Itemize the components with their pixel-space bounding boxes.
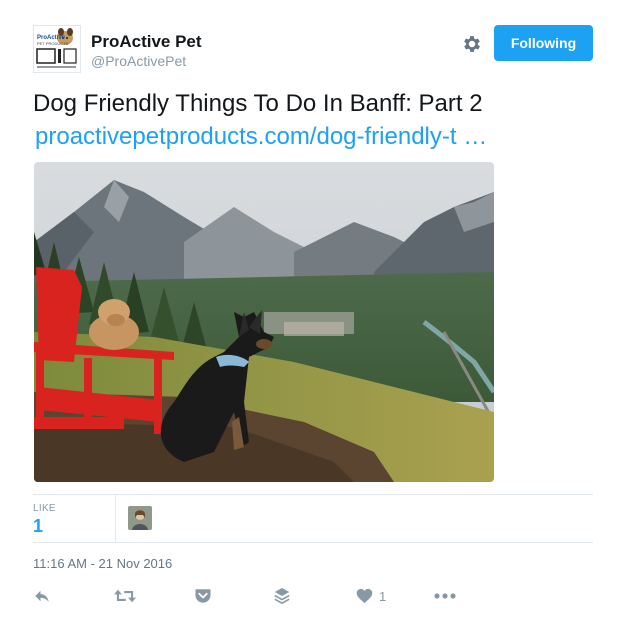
timestamp[interactable]: 11:16 AM - 21 Nov 2016 bbox=[33, 556, 172, 571]
tweet-photo[interactable] bbox=[34, 162, 494, 482]
following-button[interactable]: Following bbox=[494, 25, 593, 61]
like-label: LIKE bbox=[33, 503, 56, 514]
stats-separator bbox=[115, 494, 116, 542]
reply-icon bbox=[35, 590, 49, 602]
liker-avatar[interactable] bbox=[128, 506, 152, 530]
user-handle[interactable]: @ProActivePet bbox=[91, 53, 186, 69]
tweet-text: Dog Friendly Things To Do In Banff: Part… bbox=[33, 90, 483, 117]
svg-text:PET PRODUCTS: PET PRODUCTS bbox=[37, 41, 69, 46]
gear-icon[interactable] bbox=[461, 33, 483, 55]
display-name[interactable]: ProActive Pet bbox=[91, 32, 202, 52]
retweet-icon bbox=[114, 589, 136, 603]
more-action[interactable] bbox=[434, 586, 456, 606]
layers-icon bbox=[274, 588, 290, 605]
layers-action[interactable] bbox=[274, 586, 290, 606]
like-action-count: 1 bbox=[379, 588, 387, 604]
like-count[interactable]: 1 bbox=[33, 516, 43, 537]
divider-top bbox=[33, 494, 593, 495]
reply-action[interactable] bbox=[33, 586, 51, 606]
divider-bottom bbox=[33, 542, 593, 543]
pocket-action[interactable] bbox=[194, 586, 212, 606]
photo-of-dogs-in-red-chair-overlooking-banff bbox=[34, 162, 494, 482]
more-icon bbox=[434, 593, 456, 599]
tweet-link[interactable]: proactivepetproducts.com/dog-friendly-t … bbox=[35, 122, 487, 152]
pocket-icon bbox=[195, 589, 211, 603]
like-action[interactable]: 1 bbox=[356, 586, 386, 606]
retweet-action[interactable] bbox=[114, 586, 136, 606]
proactive-pet-logo: ProActive PET PRODUCTS bbox=[34, 26, 80, 72]
heart-icon bbox=[356, 588, 373, 604]
avatar[interactable]: ProActive PET PRODUCTS bbox=[33, 25, 81, 73]
